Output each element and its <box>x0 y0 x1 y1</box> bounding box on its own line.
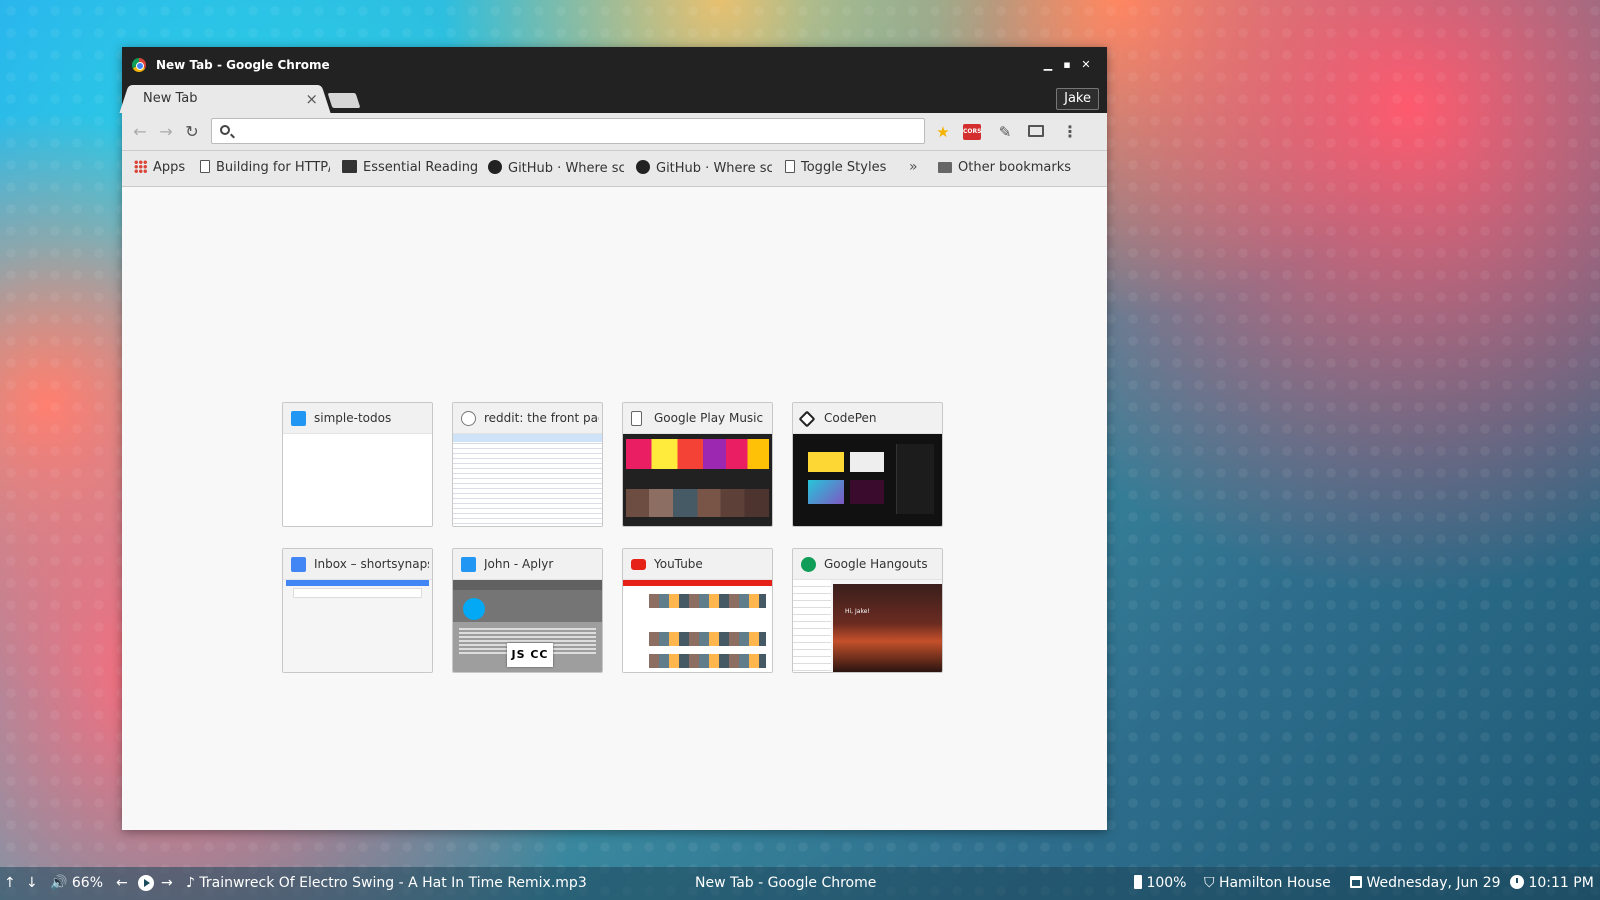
battery-icon <box>1134 875 1142 889</box>
tile-title: John - Aplyr <box>484 557 554 571</box>
reload-button[interactable]: ↻ <box>182 122 202 142</box>
now-playing: ♪ Trainwreck Of Electro Swing - A Hat In… <box>186 875 587 891</box>
bookmarks-overflow-button[interactable]: » <box>909 159 918 175</box>
tile-thumbnail <box>453 434 602 526</box>
cors-extension-icon[interactable]: CORS <box>963 124 981 140</box>
tab-new-tab[interactable]: New Tab × <box>130 85 320 113</box>
title-bar[interactable]: New Tab - Google Chrome ▁ ▪ ✕ <box>122 47 1107 85</box>
volume-indicator[interactable]: 🔊 66% <box>50 875 103 891</box>
chrome-logo-icon <box>132 58 146 72</box>
github-icon <box>636 160 650 174</box>
apps-grid-icon <box>134 160 147 173</box>
cast-icon[interactable] <box>1025 121 1047 143</box>
profile-button[interactable]: Jake <box>1056 88 1099 110</box>
tile-thumbnail <box>283 580 432 672</box>
most-visited-tile[interactable]: Google Play Music <box>622 402 773 527</box>
codepen-icon <box>798 410 816 428</box>
avatar <box>463 598 485 620</box>
hangouts-icon <box>801 557 816 572</box>
tile-thumbnail: Hi, Jake! <box>793 580 942 672</box>
date-indicator[interactable]: Wednesday, Jun 29 <box>1350 875 1501 891</box>
youtube-icon <box>631 559 646 570</box>
page-icon <box>631 411 642 426</box>
most-visited-tile[interactable]: YouTube <box>622 548 773 673</box>
bookmark-essential-reading[interactable]: Essential Reading <box>342 160 479 175</box>
sketch-icon <box>342 160 357 173</box>
most-visited-tile[interactable]: simple-todos <box>282 402 433 527</box>
most-visited-tile[interactable]: Google Hangouts Hi, Jake! <box>792 548 943 673</box>
most-visited-tile[interactable]: CodePen <box>792 402 943 527</box>
search-icon <box>220 125 230 135</box>
tile-thumbnail <box>623 580 772 672</box>
most-visited-tile[interactable]: John - Aplyr JS CC <box>452 548 603 673</box>
chrome-window: New Tab - Google Chrome ▁ ▪ ✕ New Tab × … <box>122 47 1107 830</box>
tile-title: Google Hangouts <box>824 557 928 571</box>
forward-button[interactable]: → <box>156 122 176 142</box>
minimize-button[interactable]: ▁ <box>1039 56 1057 74</box>
inbox-icon <box>291 557 306 572</box>
close-window-button[interactable]: ✕ <box>1077 56 1095 74</box>
github-icon <box>488 160 502 174</box>
tile-thumbnail <box>623 434 772 526</box>
upload-arrow-icon: ↑ <box>4 875 16 891</box>
download-arrow-icon: ↓ <box>26 875 38 891</box>
tile-title: reddit: the front page of <box>484 411 599 425</box>
bookmark-apps[interactable]: Apps <box>134 160 185 175</box>
bookmark-star-icon[interactable]: ★ <box>932 121 954 143</box>
page-icon <box>200 160 210 173</box>
bookmarks-bar: Apps Building for HTTP/ Essential Readin… <box>122 151 1107 187</box>
tile-title: Google Play Music <box>654 411 764 425</box>
tile-thumbnail <box>793 434 942 526</box>
play-icon <box>138 875 154 891</box>
new-tab-page: simple-todos reddit: the front page of G… <box>122 187 1107 830</box>
toolbar: ← → ↻ ★ CORS ✎ ⋮ <box>122 113 1107 151</box>
aplyr-icon <box>461 557 476 572</box>
tile-thumbnail: JS CC <box>453 580 602 672</box>
tile-title: CodePen <box>824 411 877 425</box>
bookmark-toggle-styles[interactable]: Toggle Styles <box>785 160 886 175</box>
reddit-icon <box>461 411 476 426</box>
clock-icon <box>1510 875 1524 889</box>
omnibox[interactable] <box>211 118 925 144</box>
folder-icon <box>938 162 952 173</box>
volume-icon: 🔊 <box>50 875 68 891</box>
music-note-icon: ♪ <box>186 875 195 891</box>
previous-track-button[interactable]: ← <box>116 875 128 891</box>
location-icon: ⛉ <box>1204 875 1215 891</box>
chrome-menu-icon[interactable]: ⋮ <box>1059 121 1081 143</box>
active-window-title[interactable]: New Tab - Google Chrome <box>695 875 876 891</box>
tile-title: YouTube <box>654 557 703 571</box>
battery-indicator: 100% <box>1134 875 1186 891</box>
tab-strip: New Tab × Jake <box>122 85 1107 113</box>
tile-thumbnail <box>283 434 432 526</box>
bookmark-github-1[interactable]: GitHub · Where sc <box>488 160 624 176</box>
tab-close-icon[interactable]: × <box>305 90 318 108</box>
calendar-icon <box>1350 876 1362 888</box>
clock[interactable]: 10:11 PM <box>1510 875 1594 891</box>
js-cc-badge: JS CC <box>507 643 553 667</box>
tile-title: Inbox – shortsynapse@ <box>314 557 429 571</box>
tile-title: simple-todos <box>314 411 392 425</box>
bookmark-building-for-http[interactable]: Building for HTTP/ <box>200 160 330 175</box>
other-bookmarks[interactable]: Other bookmarks <box>938 160 1071 175</box>
bookmark-github-2[interactable]: GitHub · Where sc <box>636 160 772 176</box>
maximize-button[interactable]: ▪ <box>1058 56 1076 74</box>
most-visited-tile[interactable]: reddit: the front page of <box>452 402 603 527</box>
new-tab-button[interactable] <box>327 93 361 108</box>
tab-label: New Tab <box>143 91 198 106</box>
back-button[interactable]: ← <box>130 122 150 142</box>
location-indicator: ⛉ Hamilton House <box>1204 875 1331 891</box>
eyedropper-extension-icon[interactable]: ✎ <box>994 121 1016 143</box>
play-button[interactable] <box>138 875 154 892</box>
taskbar: ↑ ↓ 🔊 66% ← → ♪ Trainwreck Of Electro Sw… <box>0 867 1600 900</box>
most-visited-tile[interactable]: Inbox – shortsynapse@ <box>282 548 433 673</box>
aplyr-icon <box>291 411 306 426</box>
page-icon <box>785 160 795 173</box>
window-title: New Tab - Google Chrome <box>156 58 330 72</box>
address-input[interactable] <box>238 122 918 140</box>
next-track-button[interactable]: → <box>161 875 173 891</box>
